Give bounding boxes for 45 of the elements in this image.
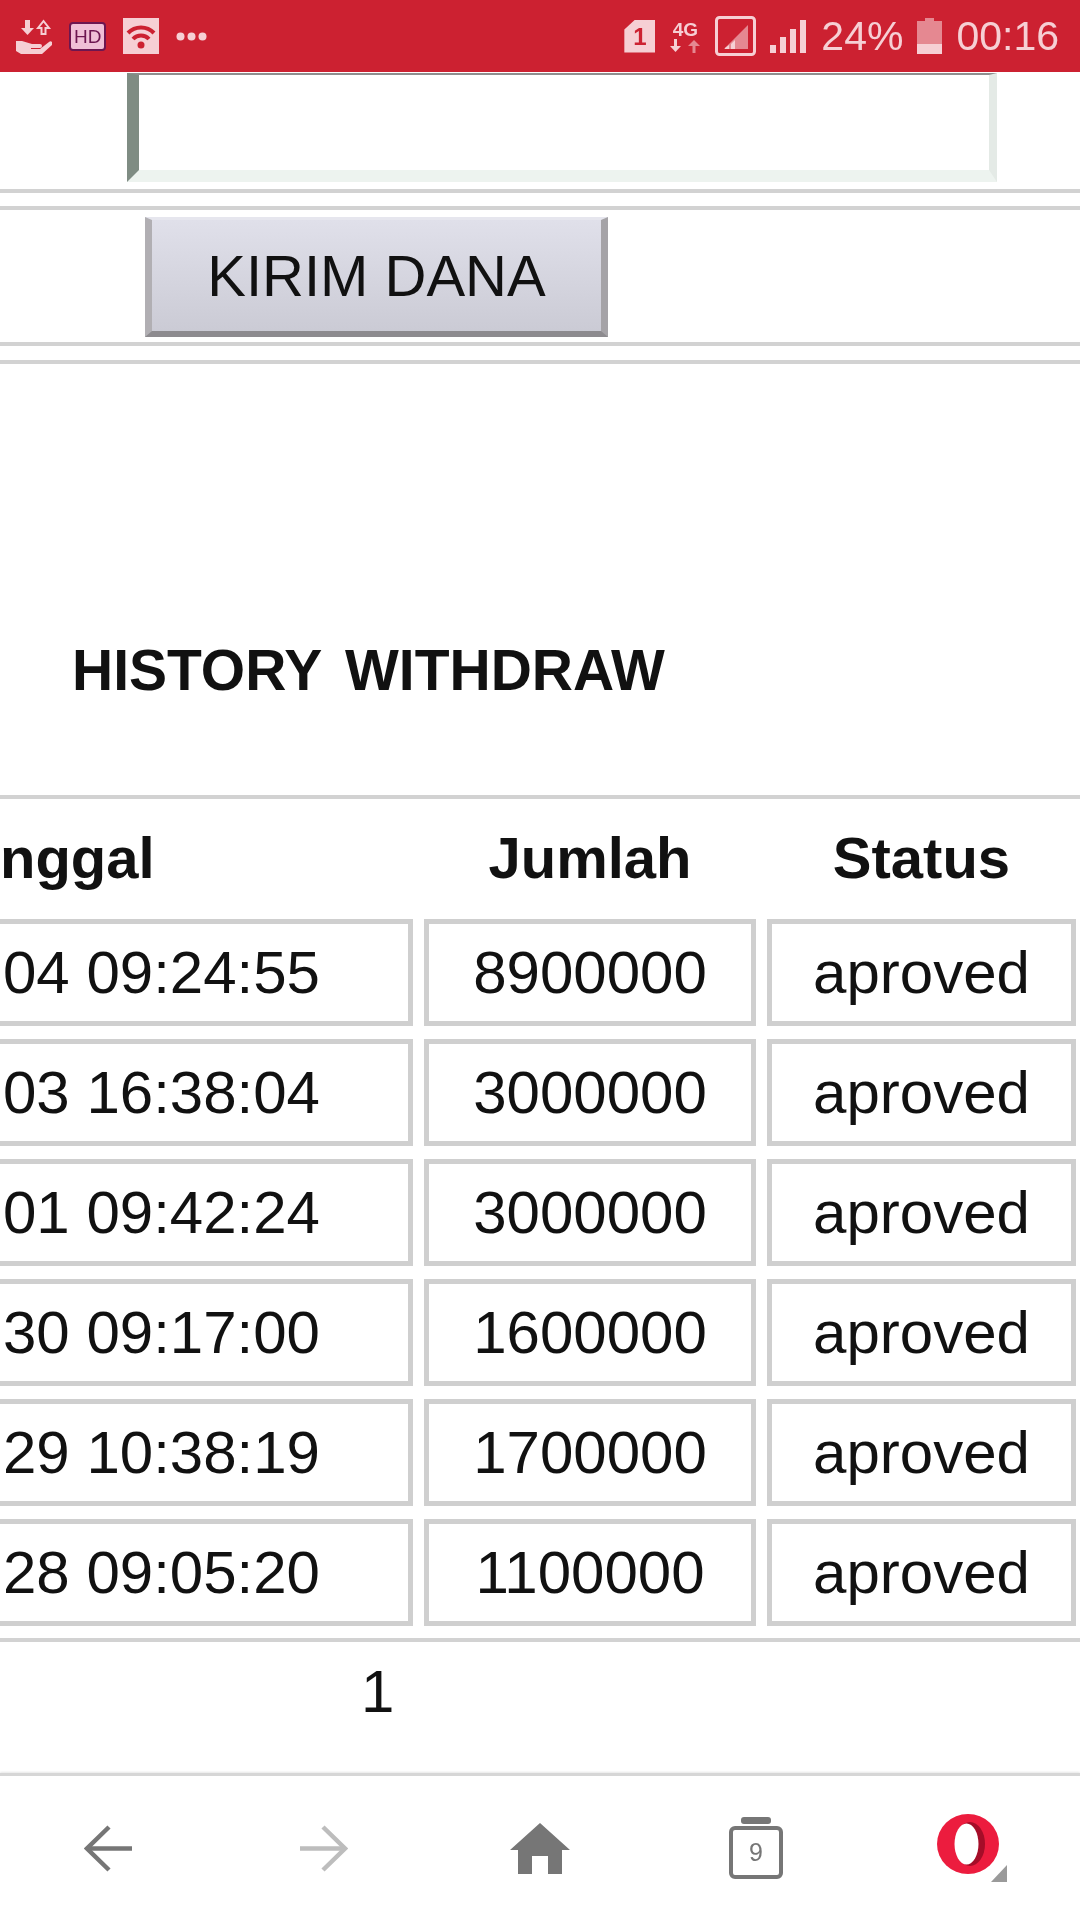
home-icon (510, 1822, 570, 1874)
table-cell: 1700000 (424, 1399, 756, 1506)
data-arrows-icon (669, 38, 702, 53)
battery-icon (917, 18, 943, 54)
table-cell: 3000000 (424, 1039, 756, 1146)
framed-signal-icon (715, 16, 757, 56)
page-number: 1 (361, 1657, 395, 1727)
table-cell: 1100000 (424, 1519, 756, 1626)
hd-indicator: HD (69, 21, 107, 51)
table-cell: aproved (767, 1039, 1076, 1146)
corner-triangle-icon (991, 1865, 1007, 1882)
battery-percent: 24% (821, 15, 904, 57)
table-cell: 8900000 (424, 919, 756, 1026)
table-cell: 01 09:42:24 (0, 1159, 413, 1266)
more-dots-icon (176, 31, 208, 41)
table-cell: 29 10:38:19 (0, 1399, 413, 1506)
section-title: HISTORY WITHDRAW (72, 637, 665, 704)
clock-time: 00:16 (956, 15, 1059, 57)
table-cell: 03 16:38:04 (0, 1039, 413, 1146)
table-cell: aproved (767, 1399, 1076, 1506)
o-logo-icon (937, 1814, 999, 1874)
send-money-button[interactable]: KIRIM DANA (145, 217, 608, 337)
input-field[interactable] (127, 73, 997, 182)
table-cell: 04 09:24:55 (0, 919, 413, 1026)
sim-card-indicator: 1 (624, 19, 656, 53)
home-button[interactable] (510, 1822, 570, 1874)
column-header: nggal (0, 825, 155, 892)
menu-button[interactable] (937, 1814, 1007, 1882)
table-cell: 1600000 (424, 1279, 756, 1386)
signal-bars-icon (770, 19, 808, 53)
table-cell: aproved (767, 1519, 1076, 1626)
network-type-label: 4G (672, 19, 698, 39)
hand-arrows-icon (15, 18, 52, 54)
back-button[interactable] (84, 1824, 132, 1872)
table-cell: aproved (767, 1279, 1076, 1386)
table-cell: 30 09:17:00 (0, 1279, 413, 1386)
column-header: Status (832, 825, 1011, 892)
table-cell: aproved (767, 1159, 1076, 1266)
table-cell: 28 09:05:20 (0, 1519, 413, 1626)
wifi-icon (123, 18, 160, 54)
column-header: Jumlah (488, 825, 692, 892)
tabs-button[interactable]: 9 (729, 1817, 783, 1879)
table-cell: 3000000 (424, 1159, 756, 1266)
table-cell: aproved (767, 919, 1076, 1026)
tabs-icon (729, 1817, 783, 1879)
